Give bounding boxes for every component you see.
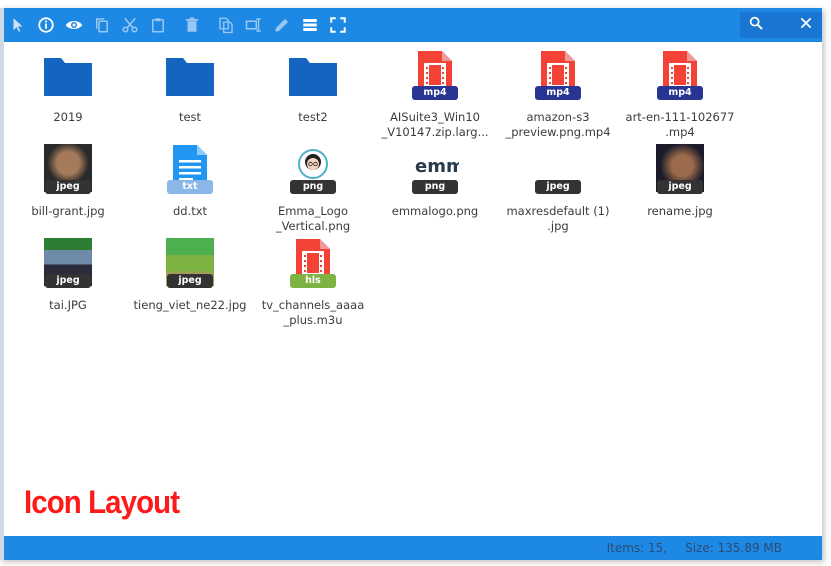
file-type-badge: txt xyxy=(167,180,213,194)
file-item[interactable]: mp4 art-en-111-102677 .mp4 xyxy=(620,50,740,140)
file-name: dd.txt xyxy=(172,204,208,218)
file-name: test xyxy=(178,110,202,124)
item-count: Items: 15, xyxy=(606,541,668,555)
paste-icon[interactable] xyxy=(144,8,172,42)
file-name: rename.jpg xyxy=(647,204,713,218)
file-item[interactable]: jpeg bill-grant.jpg xyxy=(8,144,128,219)
stream-file-icon: hls xyxy=(288,238,338,288)
file-item[interactable]: mp4 AISuite3_Win10 _V10147.zip.larg... xyxy=(375,50,495,140)
file-type-badge: hls xyxy=(290,274,336,288)
file-name: tieng_viet_ne22.jpg xyxy=(133,298,247,312)
file-manager-window: 2019 test test2 mp4 AISuite3_Win10 _V10147.z… xyxy=(0,8,822,560)
toolbar xyxy=(4,8,822,42)
image-thumbnail: emm png xyxy=(410,144,460,194)
file-name: 2019 xyxy=(53,110,83,124)
fullscreen-icon[interactable] xyxy=(324,8,352,42)
view-list-icon[interactable] xyxy=(296,8,324,42)
file-type-badge: jpeg xyxy=(45,180,91,194)
edit-icon[interactable] xyxy=(268,8,296,42)
file-name: amazon-s3 _preview.png.mp4 xyxy=(505,110,611,139)
file-name: bill-grant.jpg xyxy=(31,204,105,218)
file-name: tai.JPG xyxy=(49,298,87,312)
eye-icon[interactable] xyxy=(60,8,88,42)
file-type-badge: mp4 xyxy=(535,86,581,100)
file-name: test2 xyxy=(298,110,328,124)
file-type-badge: mp4 xyxy=(412,86,458,100)
watermark: Icon Layout xyxy=(24,484,180,520)
search-icon[interactable] xyxy=(748,15,764,36)
text-file-icon: txt xyxy=(165,144,215,194)
cut-icon[interactable] xyxy=(116,8,144,42)
file-name: Emma_Logo _Vertical.png xyxy=(275,204,351,233)
file-grid: 2019 test test2 mp4 AISuite3_Win10 _V10147.z… xyxy=(8,44,808,504)
total-size: Size: 135.89 MB xyxy=(685,541,782,555)
search-box[interactable] xyxy=(740,12,822,38)
file-type-badge: png xyxy=(412,180,458,194)
file-item[interactable]: test2 xyxy=(253,50,373,125)
folder-icon xyxy=(288,50,338,100)
file-item[interactable]: test xyxy=(130,50,250,125)
image-thumbnail: jpeg xyxy=(533,144,583,194)
image-thumbnail: jpeg xyxy=(43,144,93,194)
image-thumbnail: jpeg xyxy=(165,238,215,288)
image-thumbnail: png xyxy=(288,144,338,194)
file-item[interactable]: jpeg rename.jpg xyxy=(620,144,740,219)
rename-icon[interactable] xyxy=(240,8,268,42)
status-bar: Items: 15, Size: 135.89 MB xyxy=(4,536,822,560)
file-name: tv_channels_aaaa _plus.m3u xyxy=(261,298,365,327)
close-icon[interactable] xyxy=(798,15,814,36)
file-item[interactable]: jpeg maxresdefault (1) .jpg xyxy=(498,144,618,234)
delete-icon[interactable] xyxy=(178,8,206,42)
folder-icon xyxy=(43,50,93,100)
file-item[interactable]: 2019 xyxy=(8,50,128,125)
file-item[interactable]: mp4 amazon-s3 _preview.png.mp4 xyxy=(498,50,618,140)
info-icon[interactable] xyxy=(32,8,60,42)
file-name: emmalogo.png xyxy=(391,204,479,218)
file-item[interactable]: jpeg tai.JPG xyxy=(8,238,128,313)
image-thumbnail: jpeg xyxy=(655,144,705,194)
folder-icon xyxy=(165,50,215,100)
duplicate-icon[interactable] xyxy=(212,8,240,42)
image-thumbnail: jpeg xyxy=(43,238,93,288)
video-file-icon: mp4 xyxy=(410,50,460,100)
file-name: AISuite3_Win10 _V10147.zip.larg... xyxy=(381,110,489,139)
copy-icon[interactable] xyxy=(88,8,116,42)
file-type-badge: jpeg xyxy=(535,180,581,194)
file-type-badge: jpeg xyxy=(45,274,91,288)
file-name: maxresdefault (1) .jpg xyxy=(506,204,610,233)
pointer-icon[interactable] xyxy=(4,8,32,42)
file-item[interactable]: jpeg tieng_viet_ne22.jpg xyxy=(130,238,250,313)
file-item[interactable]: hls tv_channels_aaaa _plus.m3u xyxy=(253,238,373,328)
file-item[interactable]: txt dd.txt xyxy=(130,144,250,219)
file-type-badge: jpeg xyxy=(167,274,213,288)
file-type-badge: jpeg xyxy=(657,180,703,194)
file-type-badge: png xyxy=(290,180,336,194)
file-type-badge: mp4 xyxy=(657,86,703,100)
file-item[interactable]: emm png emmalogo.png xyxy=(375,144,495,219)
video-file-icon: mp4 xyxy=(533,50,583,100)
logo-text: emm xyxy=(415,156,459,177)
file-name: art-en-111-102677 .mp4 xyxy=(625,110,735,139)
video-file-icon: mp4 xyxy=(655,50,705,100)
file-item[interactable]: png Emma_Logo _Vertical.png xyxy=(253,144,373,234)
